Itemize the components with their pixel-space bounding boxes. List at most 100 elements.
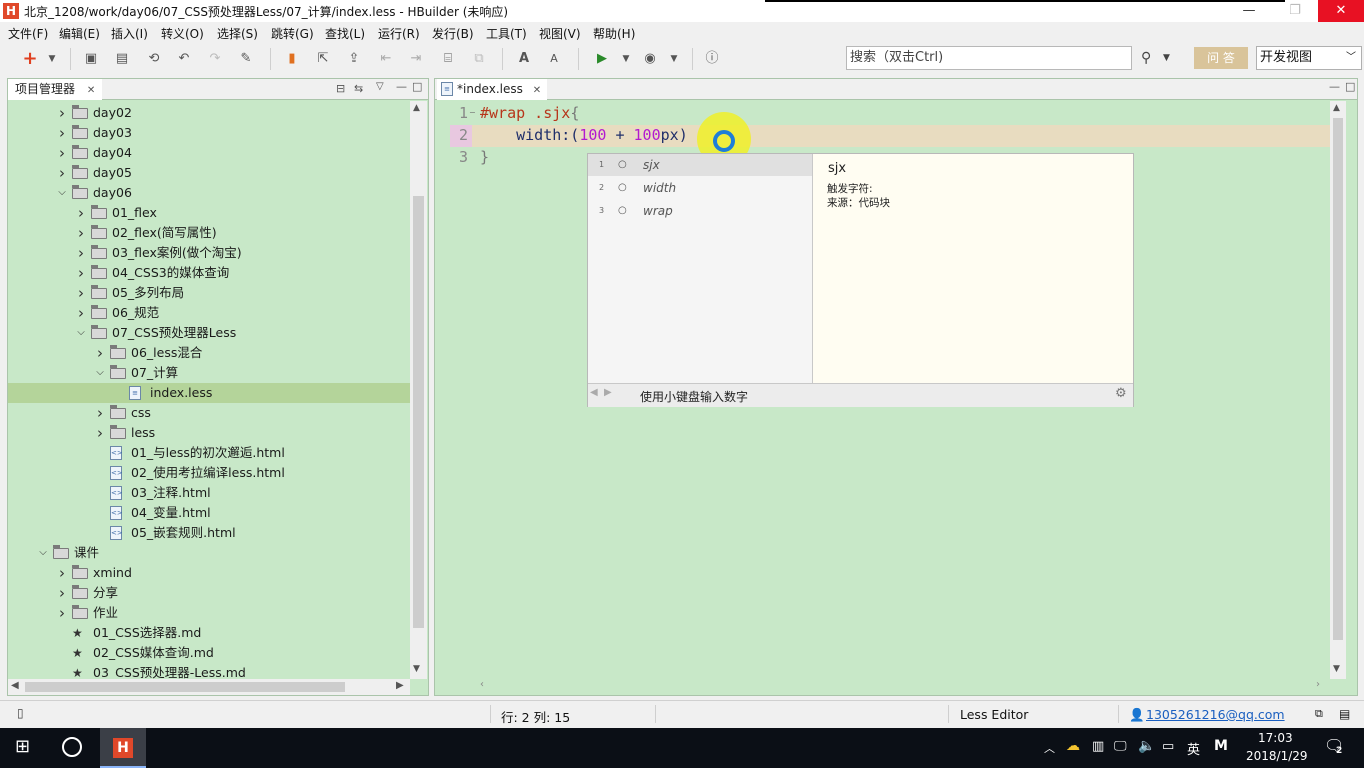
redo-icon[interactable]: ↷ xyxy=(207,51,223,67)
tree-item[interactable]: › 分享 xyxy=(8,583,410,603)
tree-item[interactable]: <> 04_变量.html xyxy=(8,503,410,523)
export-icon[interactable]: ⇪ xyxy=(346,51,362,67)
scroll-left-icon[interactable]: ‹ xyxy=(480,679,484,690)
scroll-up-icon[interactable]: ▲ xyxy=(413,103,420,113)
tab-index-less[interactable]: ≡ *index.less ✕ xyxy=(437,79,547,100)
ask-button[interactable]: 问 答 xyxy=(1194,47,1248,69)
link-editor-icon[interactable]: ⇆ xyxy=(354,82,363,95)
clock-time[interactable]: 17:03 xyxy=(1258,731,1293,745)
run-dropdown-icon[interactable]: ▼ xyxy=(618,51,634,67)
menu-tools[interactable]: 工具(T) xyxy=(486,25,527,42)
scroll-up-icon[interactable]: ▲ xyxy=(1333,103,1340,113)
tree-scroll-thumb[interactable] xyxy=(413,196,424,628)
battery-icon[interactable]: ▭ xyxy=(1162,739,1174,754)
phone-dropdown-icon[interactable]: ▼ xyxy=(666,51,682,67)
indent-left-icon[interactable]: ⇤ xyxy=(378,51,394,67)
chevron-right-icon[interactable]: › xyxy=(56,103,68,123)
gear-icon[interactable]: ⚙ xyxy=(1115,386,1127,401)
chevron-right-icon[interactable]: › xyxy=(75,283,87,303)
open-external-icon[interactable]: ⇱ xyxy=(315,51,331,67)
scroll-right-icon[interactable]: ▶ xyxy=(396,680,404,691)
chevron-right-icon[interactable]: › xyxy=(75,223,87,243)
chevron-right-icon[interactable]: › xyxy=(75,243,87,263)
tree-item[interactable]: › 03_flex案例(做个淘宝) xyxy=(8,243,410,263)
tab-project-manager[interactable]: 项目管理器 ✕ xyxy=(8,79,102,100)
scroll-down-icon[interactable]: ▼ xyxy=(413,664,420,674)
close-button[interactable]: ✕ xyxy=(1318,0,1364,22)
chevron-right-icon[interactable]: › xyxy=(56,583,68,603)
tree-item[interactable]: <> 03_注释.html xyxy=(8,483,410,503)
cortana-search-icon[interactable] xyxy=(62,737,82,757)
tray-weather-icon[interactable]: ☁ xyxy=(1066,738,1080,754)
tree-item[interactable]: › 作业 xyxy=(8,603,410,623)
completion-item[interactable]: 2 ○ width xyxy=(588,177,812,199)
menu-view[interactable]: 视图(V) xyxy=(539,25,581,42)
bookmark-icon[interactable]: ▮ xyxy=(284,51,300,67)
revert-icon[interactable]: ⟲ xyxy=(146,51,162,67)
minimize-button[interactable]: — xyxy=(1226,0,1272,22)
tree-item[interactable]: › 06_规范 xyxy=(8,303,410,323)
tree-item[interactable]: › css xyxy=(8,403,410,423)
menu-find[interactable]: 查找(L) xyxy=(325,25,365,42)
copy-line-icon[interactable]: ⧉ xyxy=(471,51,487,67)
tree-item[interactable]: › 01_flex xyxy=(8,203,410,223)
chevron-right-icon[interactable]: › xyxy=(56,143,68,163)
menu-escape[interactable]: 转义(O) xyxy=(161,25,204,42)
tree-item[interactable]: › day04 xyxy=(8,143,410,163)
code-line-3[interactable]: } xyxy=(480,148,489,166)
menu-goto[interactable]: 跳转(G) xyxy=(271,25,314,42)
tree-item[interactable]: ★ 02_CSS媒体查询.md xyxy=(8,643,410,663)
tree-item[interactable]: <> 01_与less的初次邂逅.html xyxy=(8,443,410,463)
tree-item[interactable]: ≡ index.less xyxy=(8,383,410,403)
chevron-right-icon[interactable]: › xyxy=(56,603,68,623)
menu-file[interactable]: 文件(F) xyxy=(8,25,48,42)
tree-item[interactable]: ★ 01_CSS选择器.md xyxy=(8,623,410,643)
scroll-left-icon[interactable]: ◀ xyxy=(11,680,19,691)
tree-item[interactable]: › day05 xyxy=(8,163,410,183)
tree-hscroll-thumb[interactable] xyxy=(25,682,345,692)
save-icon[interactable]: ▣ xyxy=(83,51,99,67)
tree-item[interactable]: › xmind xyxy=(8,563,410,583)
chevron-right-icon[interactable]: › xyxy=(94,403,106,423)
console-icon[interactable]: ▤ xyxy=(1339,707,1350,721)
chevron-right-icon[interactable]: › xyxy=(56,563,68,583)
menu-edit[interactable]: 编辑(E) xyxy=(59,25,100,42)
scroll-right-icon[interactable]: › xyxy=(1316,679,1320,690)
chevron-down-icon[interactable]: ⌵ xyxy=(94,363,106,383)
maximize-button[interactable]: ❐ xyxy=(1272,0,1318,22)
close-tab-icon[interactable]: ✕ xyxy=(533,85,541,96)
chevron-down-icon[interactable]: ⌵ xyxy=(37,543,49,563)
network-icon[interactable]: 🖵 xyxy=(1114,739,1127,754)
font-decrease-icon[interactable]: A xyxy=(546,51,562,67)
tree-item[interactable]: ★ 03_CSS预处理器-Less.md xyxy=(8,663,410,679)
tree-item[interactable]: ⌵ 课件 xyxy=(8,543,410,563)
font-increase-icon[interactable]: A xyxy=(516,51,532,67)
new-dropdown-icon[interactable]: ▼ xyxy=(44,51,60,67)
chevron-right-icon[interactable]: › xyxy=(94,423,106,443)
ime-mode[interactable]: M xyxy=(1214,738,1228,754)
tree-item[interactable]: › 06_less混合 xyxy=(8,343,410,363)
collapse-all-icon[interactable]: ⊟ xyxy=(336,82,345,95)
tree-item[interactable]: › 05_多列布局 xyxy=(8,283,410,303)
completion-item[interactable]: 3 ○ wrap xyxy=(588,200,812,222)
code-line-2[interactable]: width:(100 + 100px) xyxy=(480,126,688,144)
tree-item[interactable]: <> 05_嵌套规则.html xyxy=(8,523,410,543)
tree-item[interactable]: ⌵ 07_CSS预处理器Less xyxy=(8,323,410,343)
taskbar-hbuilder-app[interactable]: H xyxy=(100,728,146,768)
new-file-icon[interactable]: + xyxy=(22,50,38,68)
clock-date[interactable]: 2018/1/29 xyxy=(1246,749,1308,763)
tray-device-icon[interactable]: ▥ xyxy=(1092,739,1104,754)
chevron-right-icon[interactable]: › xyxy=(56,123,68,143)
view-select[interactable]: 开发视图 ﹀ xyxy=(1256,46,1362,70)
chevron-down-icon[interactable]: ⌵ xyxy=(56,183,68,203)
restore-view-icon[interactable]: ⧉ xyxy=(1315,707,1323,721)
phone-run-icon[interactable]: ◉ xyxy=(642,51,658,67)
tree-item[interactable]: › 04_CSS3的媒体查询 xyxy=(8,263,410,283)
menu-select[interactable]: 选择(S) xyxy=(217,25,258,42)
menu-help[interactable]: 帮助(H) xyxy=(593,25,635,42)
menu-run[interactable]: 运行(R) xyxy=(378,25,420,42)
indent-right-icon[interactable]: ⇥ xyxy=(408,51,424,67)
code-line-1[interactable]: #wrap .sjx{ xyxy=(480,104,579,122)
next-page-icon[interactable]: ▶ xyxy=(604,387,612,398)
menu-publish[interactable]: 发行(B) xyxy=(432,25,474,42)
